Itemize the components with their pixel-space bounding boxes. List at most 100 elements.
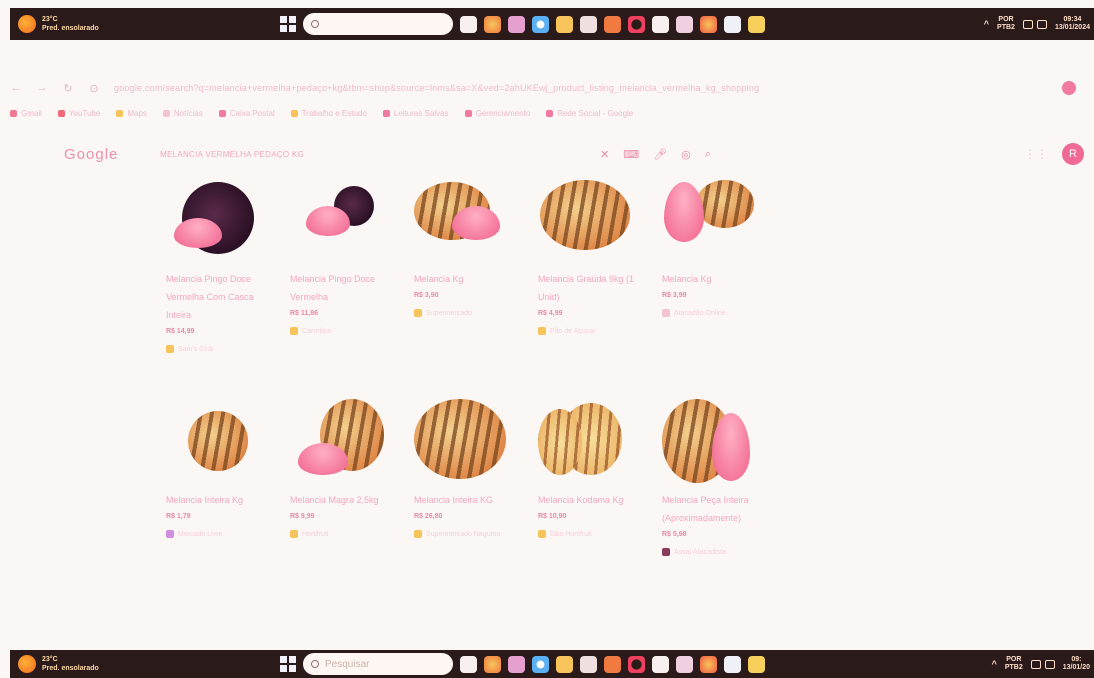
taskbar-search-input[interactable] [303,13,453,35]
edge-icon[interactable] [532,655,549,673]
back-arrow-icon[interactable]: ← [10,82,22,94]
weather-widget[interactable]: 23°C Pred. ensolarado [10,655,280,673]
product-title[interactable]: Melancia Kodama Kg [532,491,644,509]
speaker-icon[interactable] [1036,19,1047,29]
merchant-row[interactable]: Sam's Club [160,345,214,353]
lens-search-icon[interactable]: ◎ [681,148,691,161]
app-icon-2[interactable] [676,15,693,33]
product-title[interactable]: Melancia Graúda 9kg (1 Unid) [532,270,644,306]
taskbar-search-input[interactable]: Pesquisar [303,653,453,675]
task-view-icon[interactable] [460,655,477,673]
network-icon[interactable] [1022,19,1033,29]
speaker-icon[interactable] [1044,659,1055,669]
merchant-row[interactable]: Carrefour [284,327,332,335]
product-card[interactable]: Melancia Pingo Doce Vermelha Com Casca I… [160,178,284,353]
chrome-icon-2[interactable] [700,655,717,673]
keyboard-icon[interactable]: ⌨ [623,148,639,161]
product-card[interactable]: Melancia Peça Inteira (Aproximadamente) R… [656,399,780,556]
merchant-row[interactable]: Mercado Livre [160,530,222,538]
weather-widget[interactable]: 23°C Pred. ensolarado [10,15,280,33]
product-card[interactable]: Melancia Graúda 9kg (1 Unid) R$ 4,99 Pão d… [532,178,656,353]
google-logo[interactable]: Google [64,146,160,163]
product-card[interactable]: Melancia Magra 2,5kg R$ 9,99 Hortifruti [284,399,408,556]
firefox-icon[interactable] [604,15,621,33]
product-title[interactable]: Melancia Kg [408,270,520,288]
teams-icon[interactable] [508,15,525,33]
apps-grid-icon[interactable]: ⋮⋮ [1024,147,1048,161]
browser-profile-icon[interactable] [1062,81,1076,95]
product-image[interactable] [408,178,518,258]
site-info-icon[interactable]: ⊙ [88,82,100,95]
app-icon-2[interactable] [676,655,693,673]
product-title[interactable]: Melancia Inteira Kg [160,491,272,509]
product-card[interactable]: Melancia Inteira KG R$ 26,80 Supermercado … [408,399,532,556]
merchant-row[interactable]: Supermercado Nagumo [408,530,500,538]
chevron-up-icon[interactable]: ^ [984,20,989,29]
product-image[interactable] [284,178,394,258]
notes-icon[interactable] [748,655,765,673]
product-title[interactable]: Melancia Inteira KG [408,491,520,509]
avatar[interactable]: R [1062,143,1084,165]
merchant-row[interactable]: Hortifruti [284,530,328,538]
product-card[interactable]: Melancia Inteira Kg R$ 1,79 Mercado Livre [160,399,284,556]
product-card[interactable]: Melancia Kg R$ 3,90 Supermercado [408,178,532,353]
bookmark-item[interactable]: Caixa Postal [218,109,275,118]
language-indicator[interactable]: POR PTB2 [1005,656,1023,672]
product-image[interactable] [656,178,766,258]
merchant-row[interactable]: Pão de Açúcar [532,327,596,335]
product-title[interactable]: Melancia Kg [656,270,768,288]
merchant-row[interactable]: Supermercado [408,309,472,317]
windows-start-icon[interactable] [280,16,296,32]
app-icon-3[interactable] [724,15,741,33]
merchant-row[interactable]: Oba Hortifruti [532,530,592,538]
product-title[interactable]: Melancia Pingo Doce Vermelha [284,270,396,306]
bookmark-item[interactable]: Gerenciamento [464,109,530,118]
bookmark-item[interactable]: Maps [116,109,147,118]
file-explorer-icon[interactable] [556,15,573,33]
app-icon-1[interactable] [652,655,669,673]
network-icon[interactable] [1030,659,1041,669]
product-title[interactable]: Melancia Magra 2,5kg [284,491,396,509]
store-icon[interactable] [580,655,597,673]
clock[interactable]: 09: 13/01/20 [1063,656,1090,672]
merchant-row[interactable]: Atacadão Online [656,309,726,317]
clock[interactable]: 09:34 13/01/2024 [1055,16,1090,32]
product-title[interactable]: Melancia Pingo Doce Vermelha Com Casca I… [160,270,272,324]
product-card[interactable]: Melancia Pingo Doce Vermelha R$ 11,86 Carr… [284,178,408,353]
product-card[interactable]: Melancia Kg R$ 3,99 Atacadão Online [656,178,780,353]
teams-icon[interactable] [508,655,525,673]
store-icon[interactable] [580,15,597,33]
clear-search-icon[interactable]: ✕ [600,148,609,161]
chrome-icon[interactable] [484,655,501,673]
bookmark-item[interactable]: Leituras Salvas [382,109,449,118]
product-image[interactable] [656,399,766,483]
product-image[interactable] [160,178,270,258]
voice-search-icon[interactable]: 🎤︎ [653,148,667,161]
address-bar[interactable]: google.com/search?q=melancia+vermelha+pe… [114,83,1048,93]
bookmark-item[interactable]: Notícias [162,109,203,118]
edge-icon[interactable] [532,15,549,33]
notes-icon[interactable] [748,15,765,33]
bookmark-item[interactable]: Trabalho e Estudo [290,109,367,118]
product-card[interactable]: Melancia Kodama Kg R$ 10,90 Oba Hortifruti [532,399,656,556]
product-image[interactable] [160,399,270,479]
merchant-row[interactable]: Assaí Atacadista [656,548,726,556]
chrome-icon[interactable] [484,15,501,33]
product-image[interactable] [284,399,394,479]
bookmark-item[interactable]: Gmail [10,109,42,118]
bookmark-item[interactable]: YouTube [57,109,100,118]
task-view-icon[interactable] [460,15,477,33]
product-title[interactable]: Melancia Peça Inteira (Aproximadamente) [656,491,768,527]
product-image[interactable] [408,399,518,479]
file-explorer-icon[interactable] [556,655,573,673]
chrome-icon-2[interactable] [700,15,717,33]
language-indicator[interactable]: POR PTB2 [997,16,1015,32]
bookmark-item[interactable]: Rede Social - Google [546,109,633,118]
firefox-icon[interactable] [604,655,621,673]
opera-icon[interactable] [628,655,645,673]
chevron-up-icon[interactable]: ^ [992,660,997,669]
app-icon-1[interactable] [652,15,669,33]
windows-start-icon[interactable] [280,656,296,672]
forward-arrow-icon[interactable]: → [36,82,48,94]
product-image[interactable] [532,399,642,479]
